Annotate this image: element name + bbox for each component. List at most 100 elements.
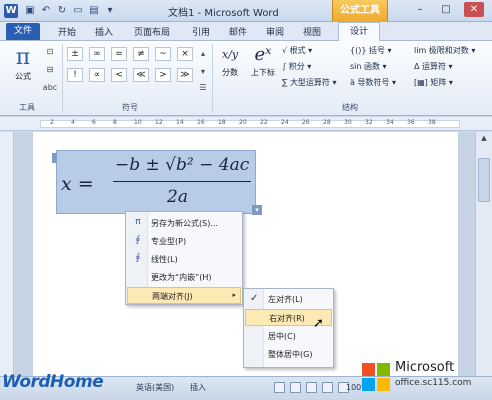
outline-view-icon[interactable] [322, 382, 333, 393]
wordhome-watermark: WordHome [2, 372, 104, 392]
undo-icon[interactable]: ↶ [40, 5, 52, 17]
function-button[interactable]: sin 函数 ▾ [350, 61, 387, 72]
scroll-thumb[interactable] [478, 158, 490, 202]
dropdown-arrow-icon: ▾ [389, 78, 397, 87]
fraction-icon: x/y [221, 48, 239, 61]
symbol-much-greater[interactable]: ≫ [177, 68, 193, 82]
integral-button[interactable]: ∫ 积分 ▾ [282, 61, 311, 72]
symbol-proportional[interactable]: ∝ [89, 68, 105, 82]
customize-toolbar-icon[interactable]: ▾ [104, 5, 116, 17]
redo-icon[interactable]: ↻ [56, 5, 68, 17]
scroll-up-icon[interactable]: ▲ [478, 134, 490, 146]
save-equation-icon: π [135, 217, 141, 227]
equation-move-handle[interactable] [52, 153, 57, 163]
language-status[interactable]: 英语(美国) [136, 382, 174, 393]
script-button[interactable]: eˣ 上下标 [246, 43, 280, 78]
linear-format-icon[interactable]: ⊟ [42, 65, 58, 79]
equation-denominator: 2a [167, 187, 188, 207]
tab-page-layout[interactable]: 页面布局 [134, 25, 170, 38]
symbol-factorial[interactable]: ! [67, 68, 83, 82]
matrix-button[interactable]: [▦] 矩阵 ▾ [414, 77, 453, 88]
ruler-tick-label: 6 [92, 119, 96, 126]
tab-review[interactable]: 审阅 [266, 25, 284, 38]
professional-format-icon[interactable]: ⊡ [42, 47, 58, 61]
symbols-scroll-down-icon[interactable]: ▾ [197, 67, 209, 81]
normal-text-button[interactable]: abc [40, 83, 60, 97]
microsoft-logo-icon [362, 363, 390, 391]
tab-insert[interactable]: 插入 [95, 25, 113, 38]
matrix-icon: [▦] [414, 78, 431, 87]
ruler-tick-label: 4 [71, 119, 75, 126]
symbol-tilde[interactable]: ~ [155, 47, 171, 61]
horizontal-ruler[interactable]: 2 4 6 8 10 12 14 16 18 20 22 24 26 28 30 32 34 36 38 [0, 117, 492, 131]
ruler-tick-label: 12 [155, 119, 163, 126]
tab-design[interactable]: 设计 [338, 22, 380, 42]
menu-item-change-to-inline[interactable]: 更改为“内嵌”(H) [127, 269, 241, 286]
symbol-greater-than[interactable]: > [155, 68, 171, 82]
dropdown-arrow-icon: ▾ [329, 78, 337, 87]
limit-icon: lim [414, 46, 429, 55]
symbols-scroll-up-icon[interactable]: ▴ [197, 49, 209, 63]
dropdown-arrow-icon: ▾ [305, 46, 313, 55]
bracket-button[interactable]: {()} 括号 ▾ [350, 45, 392, 56]
operator-icon: Δ [414, 62, 423, 71]
open-folder-icon[interactable]: ▤ [88, 5, 100, 17]
equation-lhs: x = [61, 173, 94, 195]
submenu-item-align-left[interactable]: ✓ 左对齐(L) [245, 291, 332, 308]
web-layout-view-icon[interactable] [306, 382, 317, 393]
vertical-scrollbar[interactable]: ▲ [475, 132, 492, 376]
save-icon[interactable]: ▣ [24, 5, 36, 17]
dropdown-arrow-icon: ▾ [384, 46, 392, 55]
restore-button[interactable]: □ [436, 2, 456, 17]
vertical-ruler[interactable] [0, 132, 14, 376]
linear-icon: ∮ [135, 253, 141, 263]
symbol-infinity[interactable]: ∞ [89, 47, 105, 61]
dropdown-arrow-icon: ▾ [446, 62, 453, 71]
symbols-more-icon[interactable]: ☰ [197, 83, 209, 97]
full-screen-view-icon[interactable] [290, 382, 301, 393]
limit-log-button[interactable]: lim 极限和对数 ▾ [414, 45, 475, 56]
menu-item-save-as-new-equation[interactable]: π 另存为新公式(S)... [127, 215, 241, 232]
minimize-button[interactable]: – [410, 2, 430, 17]
symbol-much-less[interactable]: ≪ [133, 68, 149, 82]
word-app-icon[interactable]: W [4, 4, 18, 18]
insert-equation-button[interactable]: π 公式 [8, 45, 38, 97]
tab-file[interactable]: 文件 [6, 23, 40, 40]
insert-mode-status[interactable]: 插入 [190, 382, 206, 393]
group-divider [212, 44, 213, 112]
symbol-less-than[interactable]: < [111, 68, 127, 82]
tab-mailings[interactable]: 邮件 [229, 25, 247, 38]
print-layout-view-icon[interactable] [274, 382, 285, 393]
script-label: 上下标 [251, 68, 275, 77]
submenu-item-center-as-group[interactable]: 整体居中(G) [245, 346, 332, 363]
large-operator-button[interactable]: ∑ 大型运算符 ▾ [282, 77, 337, 88]
ruler-tick-label: 8 [113, 119, 117, 126]
equation-box[interactable]: x = −b ± √b² − 4ac 2a ▾ [52, 150, 262, 215]
accent-button[interactable]: ä 导数符号 ▾ [350, 77, 396, 88]
equation-tools-context-title: 公式工具 [332, 0, 388, 22]
menu-item-linear[interactable]: ∮ 线性(L) [127, 251, 241, 268]
tab-home[interactable]: 开始 [58, 25, 76, 38]
operator-button[interactable]: Δ 运算符 ▾ [414, 61, 453, 72]
fraction-bar [113, 181, 251, 182]
group-divider [62, 44, 63, 112]
menu-item-justification[interactable]: 两端对齐(J) ▸ [127, 287, 241, 304]
script-icon: eˣ [254, 44, 272, 65]
menu-item-professional[interactable]: ∮ 专业型(P) [127, 233, 241, 250]
site-watermark-text: office.sc115.com [395, 378, 472, 388]
new-document-icon[interactable]: ▭ [72, 5, 84, 17]
symbol-equals[interactable]: = [111, 47, 127, 61]
equation-options-dropdown-icon[interactable]: ▾ [252, 205, 262, 215]
symbol-plus-minus[interactable]: ± [67, 47, 83, 61]
symbol-times[interactable]: × [177, 47, 193, 61]
close-button[interactable]: ✕ [464, 2, 484, 17]
ruler-track [40, 120, 460, 128]
tab-view[interactable]: 视图 [303, 25, 321, 38]
ruler-tick-label: 24 [281, 119, 289, 126]
function-icon: sin [350, 62, 365, 71]
dropdown-arrow-icon: ▾ [446, 78, 453, 87]
tab-references[interactable]: 引用 [192, 25, 210, 38]
radical-button[interactable]: √ 根式 ▾ [282, 45, 312, 56]
symbol-not-equal[interactable]: ≠ [133, 47, 149, 61]
fraction-button[interactable]: x/y 分数 [216, 43, 244, 78]
